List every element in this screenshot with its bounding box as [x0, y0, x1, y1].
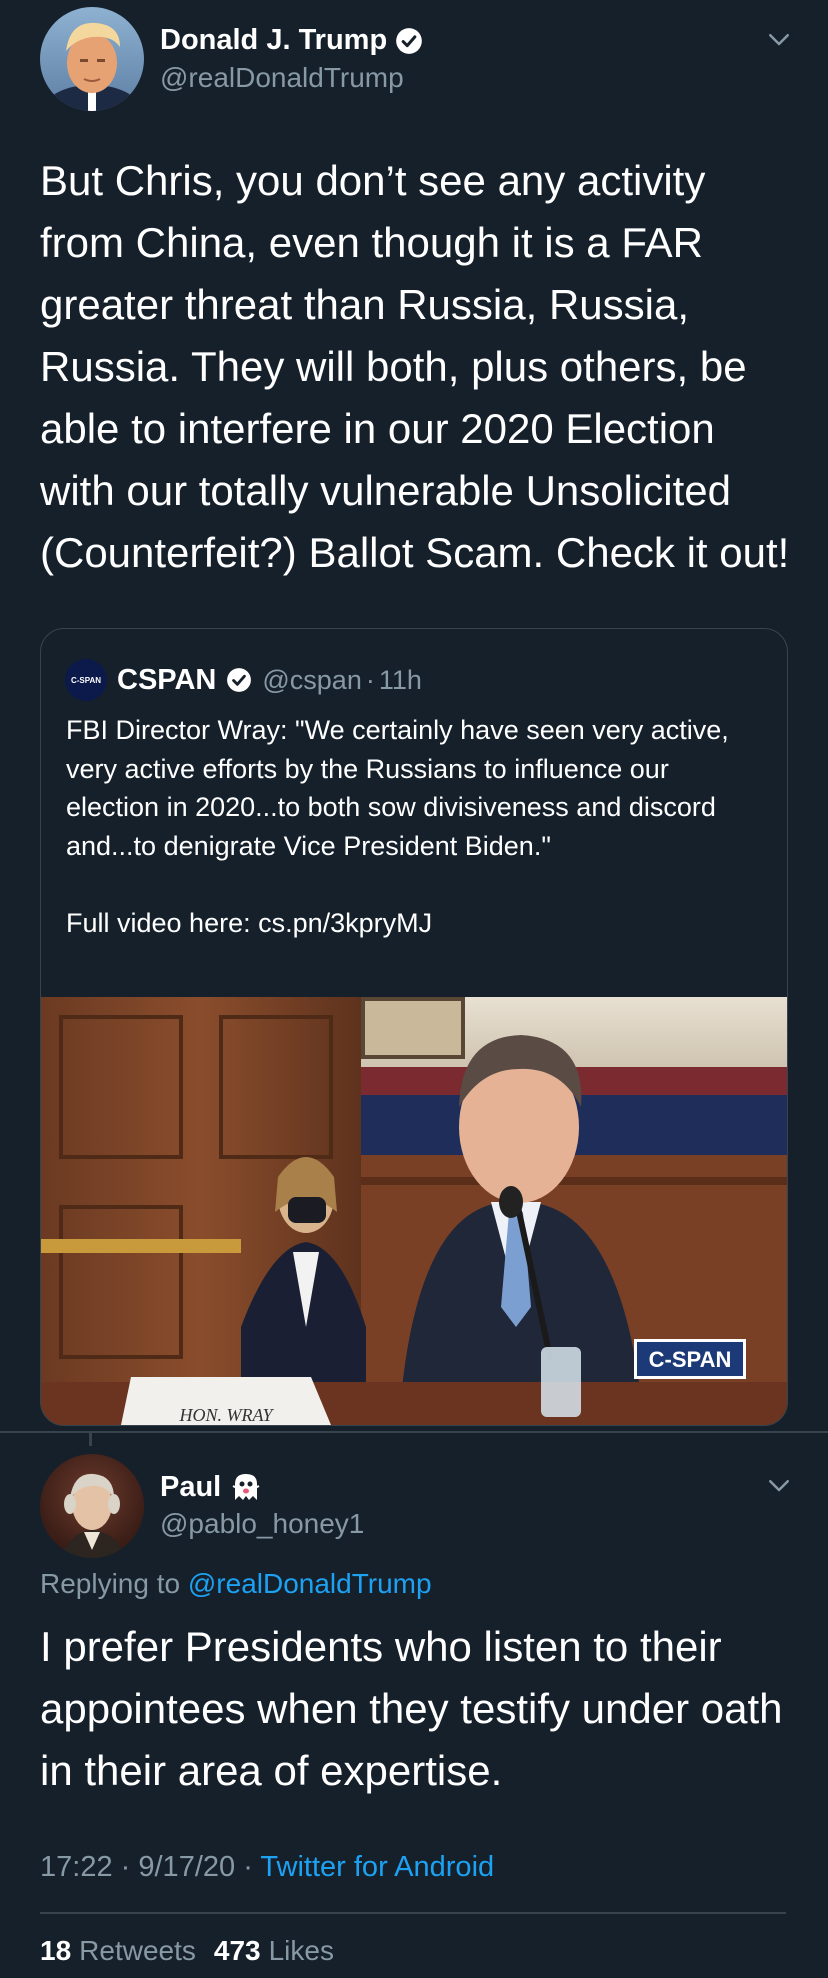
- replying-to: Replying to @realDonaldTrump: [40, 1568, 432, 1600]
- author-name[interactable]: Paul: [160, 1471, 221, 1504]
- replying-prefix: Replying to: [40, 1568, 181, 1599]
- author-handle[interactable]: @pablo_honey1: [160, 1508, 364, 1540]
- quoted-author-handle: @cspan: [262, 664, 362, 695]
- quoted-tweet-header: C-SPAN CSPAN @cspan · 11h: [65, 659, 422, 701]
- ghost-icon: [232, 1474, 260, 1500]
- quoted-separator: ·: [365, 664, 375, 695]
- retweets-count: 18: [40, 1935, 72, 1966]
- verified-badge-icon: [396, 27, 423, 54]
- verified-badge-icon: [227, 668, 252, 692]
- stats-row: 18 Retweets 473 Likes: [40, 1935, 334, 1967]
- main-tweet: Donald J. Trump @realDonaldTrump But Chr…: [0, 0, 828, 1432]
- quoted-video-thumbnail[interactable]: HON. WRAY C-SPAN: [41, 997, 787, 1425]
- main-author-row: Donald J. Trump: [160, 24, 423, 57]
- nameplate-text: HON. WRAY: [178, 1405, 274, 1425]
- quoted-author-name: CSPAN: [117, 663, 217, 696]
- likes-count: 473: [213, 1935, 261, 1966]
- tweet-date: 9/17/20: [138, 1851, 236, 1883]
- separator-dot: ·: [120, 1851, 131, 1883]
- timestamp-row: 17:22 · 9/17/20 · Twitter for Android: [40, 1851, 494, 1884]
- chevron-down-icon[interactable]: [764, 24, 794, 54]
- cspan-avatar: C-SPAN: [65, 659, 107, 701]
- retweets-label: Retweets: [79, 1935, 196, 1966]
- paul-avatar[interactable]: [40, 1454, 144, 1558]
- author-handle[interactable]: @realDonaldTrump: [160, 62, 404, 94]
- reply-author-row: Paul: [160, 1470, 263, 1504]
- retweets-stat[interactable]: 18 Retweets: [40, 1935, 196, 1967]
- tweet-source-link[interactable]: Twitter for Android: [260, 1851, 494, 1883]
- separator-dot: ·: [243, 1851, 253, 1883]
- likes-label: Likes: [268, 1935, 334, 1966]
- quoted-time: 11h: [378, 664, 422, 695]
- cspan-watermark: C-SPAN: [649, 1347, 732, 1372]
- replying-to-link[interactable]: @realDonaldTrump: [188, 1568, 432, 1599]
- stats-divider: [40, 1912, 786, 1914]
- author-name[interactable]: Donald J. Trump: [160, 24, 387, 57]
- quoted-tweet-text: FBI Director Wray: "We certainly have se…: [66, 715, 729, 938]
- tweet-text: But Chris, you don’t see any activity fr…: [40, 157, 790, 576]
- chevron-down-icon[interactable]: [764, 1470, 794, 1500]
- reply-text: I prefer Presidents who listen to their …: [40, 1623, 783, 1794]
- likes-stat[interactable]: 473 Likes: [214, 1935, 334, 1967]
- quoted-tweet-card[interactable]: C-SPAN CSPAN @cspan · 11h FBI Director W…: [40, 628, 788, 1426]
- trump-avatar[interactable]: [40, 7, 144, 111]
- tweet-time: 17:22: [40, 1851, 113, 1883]
